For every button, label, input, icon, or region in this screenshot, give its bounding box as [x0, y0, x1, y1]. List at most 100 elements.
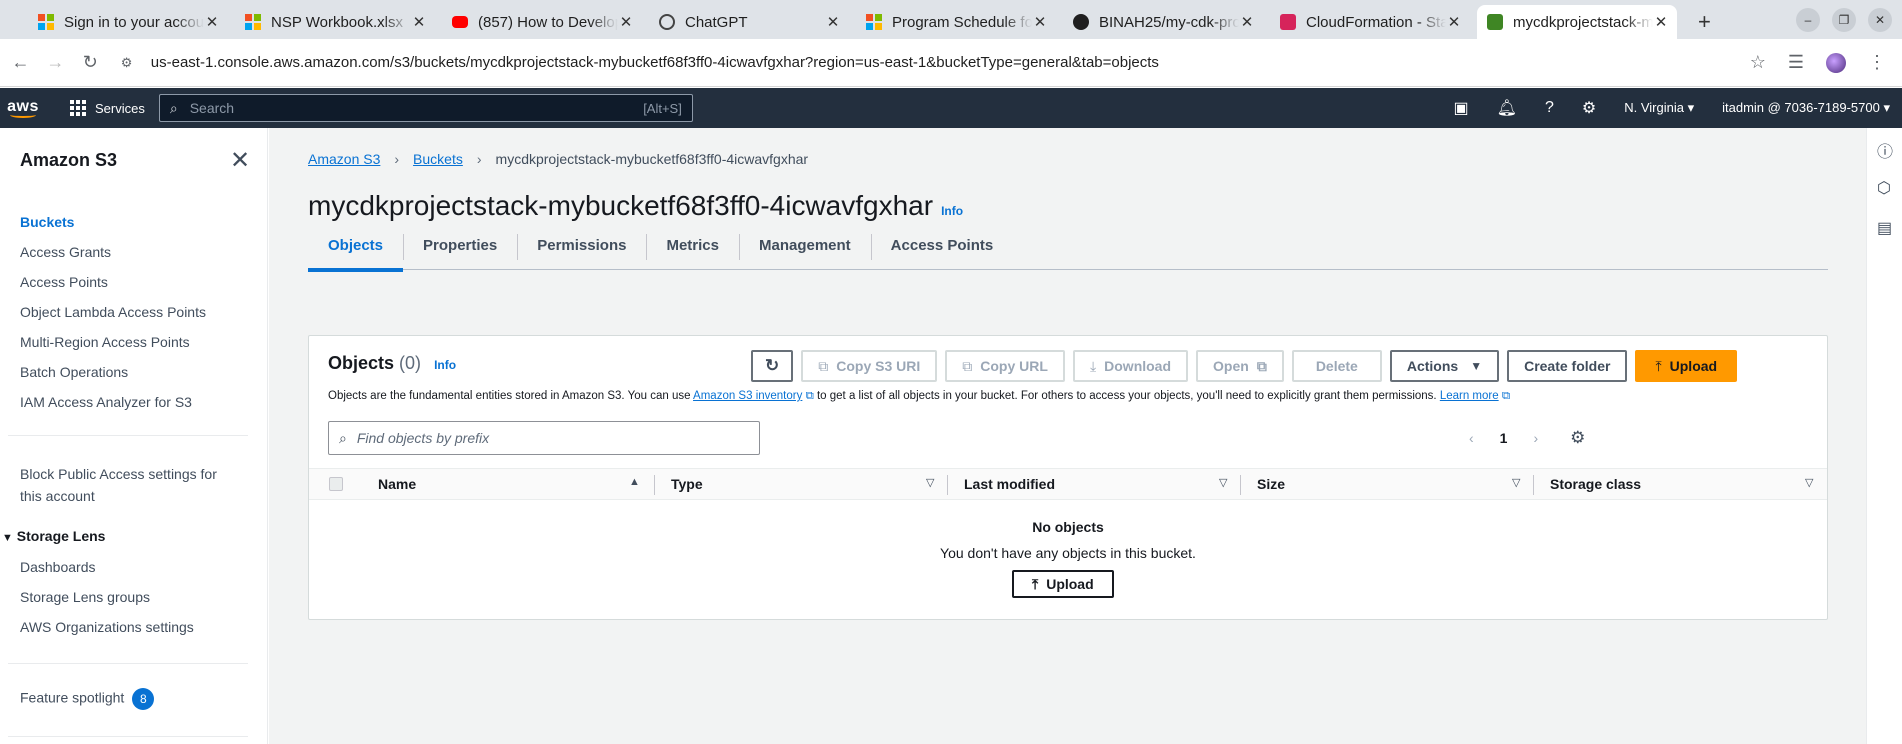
browser-tab[interactable]: ChatGPT ✕ [649, 5, 849, 39]
chevron-right-icon[interactable]: › [1533, 430, 1538, 446]
column-separator[interactable] [1533, 475, 1534, 495]
sort-icon[interactable]: ▽ [1805, 476, 1813, 489]
refresh-button[interactable]: ↻ [751, 350, 794, 382]
sidebar-item-batch-operations[interactable]: Batch Operations [20, 364, 128, 380]
empty-upload-button[interactable]: ⤒ Upload [1012, 570, 1114, 598]
minimize-icon[interactable]: – [1796, 8, 1820, 32]
restore-icon[interactable]: ❐ [1832, 8, 1856, 32]
browser-tab[interactable]: (857) How to Develop ✕ [442, 5, 642, 39]
region-label: N. Virginia [1624, 100, 1684, 115]
close-icon[interactable]: ✕ [825, 13, 841, 31]
tab-access-points[interactable]: Access Points [870, 220, 1014, 270]
search-input[interactable]: ⌕ Search [Alt+S] [158, 94, 693, 122]
browser-tab[interactable]: Program Schedule for ✕ [856, 5, 1056, 39]
menu-icon[interactable]: ⋮ [1868, 52, 1886, 73]
column-size[interactable]: Size [1257, 476, 1285, 492]
security-panel-icon[interactable]: ⬡ [1877, 178, 1891, 198]
sort-icon[interactable]: ▽ [926, 476, 934, 489]
cloudshell-icon[interactable]: ▣ [1454, 98, 1469, 118]
search-icon: ⌕ [169, 99, 178, 116]
browser-tab[interactable]: CloudFormation - Stack ✕ [1270, 5, 1470, 39]
inventory-link[interactable]: Amazon S3 inventory [693, 390, 802, 402]
sidebar-item-dashboards[interactable]: Dashboards [20, 559, 96, 575]
sidebar-item-access-points[interactable]: Access Points [20, 274, 108, 290]
delete-button[interactable]: Delete [1291, 350, 1382, 382]
browser-tab-active[interactable]: mycdkprojectstack-mybucket ✕ [1477, 5, 1677, 39]
media-queue-icon[interactable]: ☰ [1788, 52, 1804, 73]
objects-info-link[interactable]: Info [434, 358, 456, 372]
close-icon[interactable]: ✕ [1653, 13, 1669, 31]
column-separator[interactable] [947, 475, 948, 495]
download-button[interactable]: ⤓ Download [1072, 350, 1189, 382]
tab-management[interactable]: Management [738, 220, 871, 270]
close-icon[interactable]: ✕ [618, 13, 634, 31]
services-menu[interactable]: Services [70, 100, 145, 116]
help-icon[interactable]: ? [1545, 99, 1554, 117]
side-panel-icon[interactable]: ▤ [1877, 218, 1892, 238]
forward-icon[interactable]: → [41, 52, 70, 73]
account-menu[interactable]: itadmin @ 7036-7189-5700 ▾ [1722, 100, 1890, 116]
create-folder-button[interactable]: Create folder [1507, 350, 1628, 382]
find-objects-input[interactable]: ⌕ Find objects by prefix [328, 421, 760, 455]
column-storage-class[interactable]: Storage class [1550, 476, 1641, 492]
feature-spotlight[interactable]: Feature spotlight 8 [20, 688, 155, 710]
sidebar-item-storage-lens-groups[interactable]: Storage Lens groups [20, 589, 150, 605]
actions-button[interactable]: Actions ▼ [1389, 350, 1500, 382]
page-number[interactable]: 1 [1500, 430, 1508, 446]
column-name[interactable]: Name [378, 476, 416, 492]
url-field[interactable]: ⚙ us-east-1.console.aws.amazon.com/s3/bu… [121, 46, 1750, 80]
info-panel-icon[interactable]: ⓘ [1877, 138, 1893, 162]
select-all-checkbox[interactable] [329, 477, 343, 491]
settings-icon[interactable]: ⚙ [1582, 98, 1596, 118]
sort-icon[interactable]: ▽ [1219, 476, 1227, 489]
close-icon[interactable]: ✕ [411, 13, 427, 31]
close-icon[interactable]: ✕ [204, 13, 220, 31]
aws-logo[interactable]: aws [0, 88, 46, 128]
bookmark-star-icon[interactable]: ☆ [1750, 52, 1766, 73]
table-settings-icon[interactable]: ⚙ [1570, 428, 1585, 448]
sort-icon[interactable]: ▽ [1512, 476, 1520, 489]
copy-s3-uri-button[interactable]: ⧉ Copy S3 URI [801, 350, 938, 382]
close-icon[interactable]: ✕ [1446, 13, 1462, 31]
breadcrumb-buckets[interactable]: Buckets [413, 151, 463, 167]
tab-metrics[interactable]: Metrics [646, 220, 739, 270]
browser-tab[interactable]: Sign in to your account ✕ [28, 5, 228, 39]
browser-tab[interactable]: BINAH25/my-cdk-project ✕ [1063, 5, 1263, 39]
notifications-icon[interactable]: 🔔︎ [1497, 98, 1517, 118]
info-link[interactable]: Info [941, 204, 963, 218]
tab-objects[interactable]: Objects [308, 220, 404, 272]
new-tab-icon[interactable]: + [1698, 5, 1711, 39]
open-button[interactable]: Open ⧉ [1196, 350, 1284, 382]
storage-lens-section[interactable]: ▼ Storage Lens [2, 528, 105, 544]
sidebar-item-multi-region[interactable]: Multi-Region Access Points [20, 334, 190, 350]
sidebar-item-access-grants[interactable]: Access Grants [20, 244, 111, 260]
sort-ascending-icon[interactable]: ▲ [629, 476, 640, 488]
browser-tab[interactable]: NSP Workbook.xlsx ✕ [235, 5, 435, 39]
close-sidebar-icon[interactable]: ✕ [230, 146, 250, 175]
column-last-modified[interactable]: Last modified [964, 476, 1055, 492]
profile-avatar[interactable] [1826, 52, 1847, 73]
sidebar-item-buckets[interactable]: Buckets [20, 214, 74, 230]
close-icon[interactable]: ✕ [1032, 13, 1048, 31]
chevron-left-icon[interactable]: ‹ [1469, 430, 1474, 446]
sidebar-item-iam-access-analyzer[interactable]: IAM Access Analyzer for S3 [20, 394, 192, 410]
browser-tab-bar: Sign in to your account ✕ NSP Workbook.x… [0, 0, 1902, 39]
learn-more-link[interactable]: Learn more [1440, 390, 1499, 402]
tab-permissions[interactable]: Permissions [517, 220, 646, 270]
sidebar-item-object-lambda[interactable]: Object Lambda Access Points [20, 304, 206, 320]
column-separator[interactable] [654, 475, 655, 495]
column-separator[interactable] [1240, 475, 1241, 495]
back-icon[interactable]: ← [6, 52, 35, 73]
sidebar-item-block-public-access[interactable]: Block Public Access settings for this ac… [20, 463, 217, 507]
breadcrumb-amazon-s3[interactable]: Amazon S3 [308, 151, 380, 167]
reload-icon[interactable]: ↻ [76, 52, 105, 73]
close-icon[interactable]: ✕ [1239, 13, 1255, 31]
column-type[interactable]: Type [671, 476, 703, 492]
upload-button[interactable]: ⤒ Upload [1635, 350, 1738, 382]
tab-properties[interactable]: Properties [403, 220, 517, 270]
copy-url-button[interactable]: ⧉ Copy URL [945, 350, 1065, 382]
close-window-icon[interactable]: ✕ [1868, 8, 1892, 32]
sidebar-item-aws-organizations[interactable]: AWS Organizations settings [20, 619, 194, 635]
region-selector[interactable]: N. Virginia ▾ [1624, 100, 1694, 116]
site-info-icon[interactable]: ⚙ [121, 55, 141, 71]
